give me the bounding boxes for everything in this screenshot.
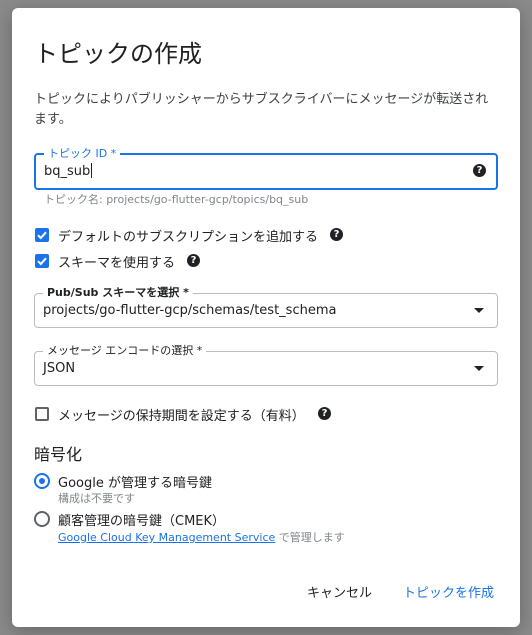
help-icon[interactable]: ?	[318, 407, 331, 420]
topic-id-field[interactable]: トピック ID * bq_sub ?	[34, 146, 498, 190]
use-schema-label: スキーマを使用する	[58, 256, 176, 271]
google-managed-key-sub: 構成は不要です	[58, 492, 135, 505]
google-managed-key-label: Google が管理する暗号鍵	[58, 476, 212, 491]
create-topic-button[interactable]: トピックを作成	[403, 582, 494, 601]
kms-link[interactable]: Google Cloud Key Management Service	[58, 531, 275, 544]
help-icon[interactable]: ?	[473, 164, 486, 177]
schema-select-value: projects/go-flutter-gcp/schemas/test_sch…	[43, 303, 337, 318]
topic-id-input[interactable]: bq_sub	[44, 163, 93, 179]
encoding-select-label: メッセージ エンコードの選択 *	[43, 343, 207, 359]
topic-name-hint: トピック名: projects/go-flutter-gcp/topics/bq…	[44, 193, 309, 206]
cmek-label: 顧客管理の暗号鍵（CMEK）	[58, 514, 226, 529]
encoding-select-value: JSON	[43, 361, 76, 376]
retention-checkbox[interactable]	[35, 407, 49, 421]
retention-label: メッセージの保持期間を設定する（有料）	[58, 409, 305, 424]
schema-select-label: Pub/Sub スキーマを選択 *	[43, 285, 193, 301]
check-icon	[37, 257, 47, 266]
cmek-sub: Google Cloud Key Management Service で管理し…	[58, 529, 345, 545]
check-icon	[37, 231, 47, 240]
use-schema-checkbox[interactable]	[35, 254, 49, 268]
help-icon[interactable]: ?	[330, 228, 343, 241]
default-subscription-checkbox[interactable]	[35, 228, 49, 242]
create-topic-dialog: トピックの作成 トピックによりパブリッシャーからサブスクライバーにメッセージが転…	[12, 8, 520, 627]
schema-select[interactable]: Pub/Sub スキーマを選択 * projects/go-flutter-gc…	[34, 285, 498, 328]
dropdown-arrow-icon[interactable]	[474, 308, 484, 313]
encoding-select[interactable]: メッセージ エンコードの選択 * JSON	[34, 343, 498, 386]
cmek-radio[interactable]	[34, 511, 50, 527]
text-caret	[91, 163, 93, 178]
default-subscription-label: デフォルトのサブスクリプションを追加する	[58, 230, 319, 245]
dropdown-arrow-icon[interactable]	[474, 366, 484, 371]
encryption-heading: 暗号化	[34, 445, 83, 464]
help-icon[interactable]: ?	[187, 254, 200, 267]
dialog-title: トピックの作成	[34, 40, 202, 68]
google-managed-key-radio[interactable]	[34, 473, 50, 489]
dialog-description: トピックによりパブリッシャーからサブスクライバーにメッセージが転送されます。	[34, 92, 489, 127]
cancel-button[interactable]: キャンセル	[307, 582, 372, 601]
cmek-sub-suffix: で管理します	[275, 531, 345, 544]
topic-id-label: トピック ID *	[44, 146, 121, 162]
